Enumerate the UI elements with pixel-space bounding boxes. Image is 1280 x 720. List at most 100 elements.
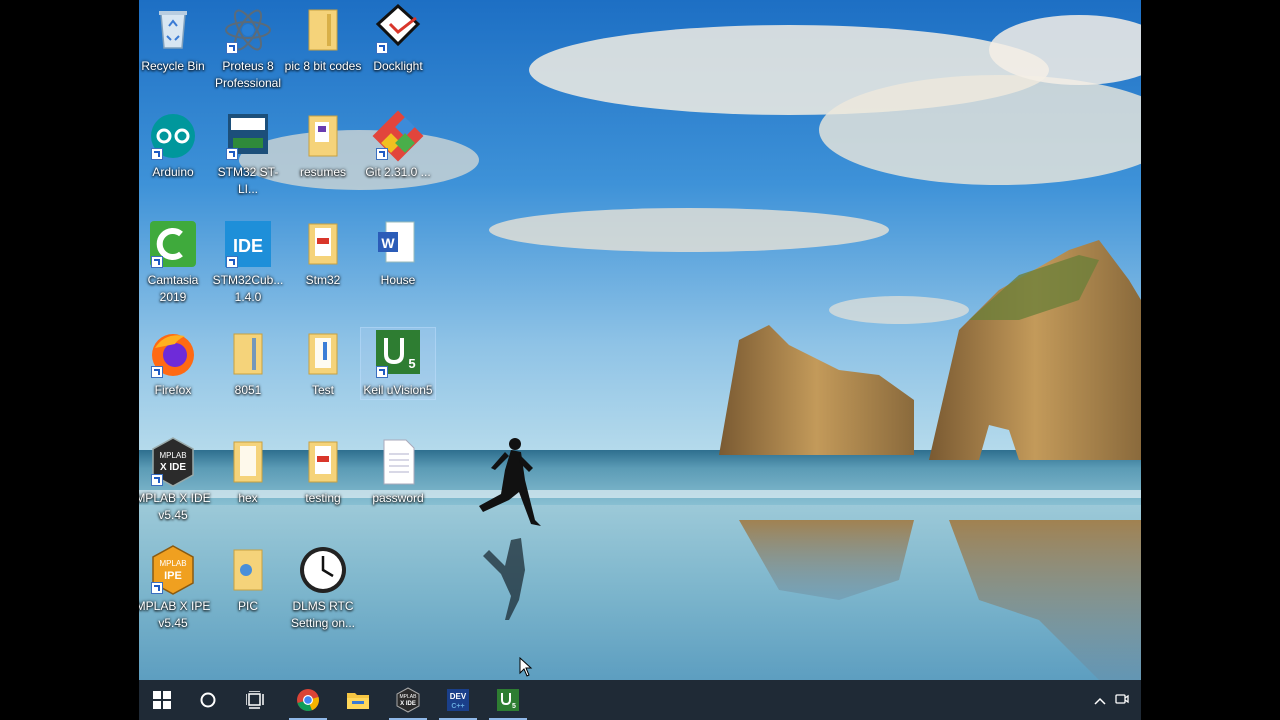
- shortcut-arrow-icon: [376, 148, 388, 160]
- desktop-icon-folder-pic[interactable]: PIC: [211, 544, 285, 615]
- taskbar-file-explorer-button[interactable]: [335, 680, 381, 720]
- svg-text:IPE: IPE: [164, 570, 182, 582]
- svg-text:MPLAB: MPLAB: [400, 694, 418, 700]
- word-document-icon: W: [372, 218, 424, 270]
- desktop-icon-label: pic 8 bit codes: [284, 59, 362, 73]
- desktop-icon-label: Test: [311, 383, 334, 397]
- desktop-icon-label: Firefox: [154, 383, 192, 397]
- desktop-icon-label: DLMS RTC Setting on...: [290, 599, 356, 630]
- firefox-icon: [147, 328, 199, 380]
- svg-text:5: 5: [408, 356, 415, 371]
- desktop-icon-camtasia[interactable]: Camtasia 2019: [139, 218, 210, 306]
- folder-icon: [297, 328, 349, 380]
- desktop-icon-label: House: [380, 273, 416, 287]
- folder-icon: [222, 328, 274, 380]
- mplab-ipe-icon: MPLAB IPE: [147, 544, 199, 596]
- shortcut-arrow-icon: [151, 474, 163, 486]
- desktop-icon-recycle-bin[interactable]: Recycle Bin: [139, 4, 210, 75]
- svg-text:W: W: [381, 235, 395, 251]
- git-icon: [372, 110, 424, 162]
- desktop-icon-label: STM32 ST-LI...: [217, 165, 279, 196]
- svg-text:X IDE: X IDE: [160, 462, 186, 473]
- system-tray: [1089, 680, 1133, 720]
- shortcut-arrow-icon: [226, 256, 238, 268]
- desktop-icon-password[interactable]: password: [361, 436, 435, 507]
- stlink-icon: [222, 110, 274, 162]
- arduino-icon: [147, 110, 199, 162]
- svg-text:MPLAB: MPLAB: [159, 451, 186, 460]
- desktop-icon-label: hex: [238, 491, 258, 505]
- shortcut-arrow-icon: [226, 42, 238, 54]
- svg-text:5: 5: [512, 703, 516, 710]
- desktop-icon-stm32cube-ide[interactable]: IDE STM32Cub... 1.4.0: [211, 218, 285, 306]
- desktop-icon-folder-resumes[interactable]: resumes: [286, 110, 360, 181]
- desktop-icon-label: password: [372, 491, 424, 505]
- desktop-icon-label: Git 2.31.0 ...: [365, 165, 431, 179]
- desktop-icon-mplab-ipe[interactable]: MPLAB IPE MPLAB X IPE v5.45: [139, 544, 210, 632]
- keil-icon: 5: [497, 689, 519, 711]
- devcpp-icon: DEV C++: [447, 689, 469, 711]
- desktop-icon-arduino[interactable]: Arduino: [139, 110, 210, 181]
- desktop-icon-firefox[interactable]: Firefox: [139, 328, 210, 399]
- shortcut-arrow-icon: [151, 366, 163, 378]
- taskbar-chrome-button[interactable]: [285, 680, 331, 720]
- taskbar-mplab-button[interactable]: MPLAB X IDE: [385, 680, 431, 720]
- taskbar-keil-button[interactable]: 5: [485, 680, 531, 720]
- folder-icon: [297, 4, 349, 56]
- desktop-icon-mplab-ide[interactable]: MPLAB X IDE MPLAB X IDE v5.45: [139, 436, 211, 524]
- mplab-ide-icon: MPLAB X IDE: [147, 436, 199, 488]
- desktop-icon-folder-stm32[interactable]: Stm32: [286, 218, 360, 289]
- folder-icon: [222, 544, 274, 596]
- desktop-icon-docklight[interactable]: Docklight: [361, 3, 435, 75]
- svg-text:C++: C++: [451, 703, 464, 710]
- shortcut-arrow-icon: [151, 256, 163, 268]
- svg-text:IDE: IDE: [233, 236, 263, 256]
- desktop-icon-label: 8051: [234, 383, 262, 397]
- svg-text:MPLAB: MPLAB: [159, 559, 186, 568]
- desktop-icon-label: Proteus 8 Professional: [214, 59, 282, 90]
- desktop-icon-proteus[interactable]: Proteus 8 Professional: [211, 4, 285, 92]
- desktop-icon-folder-testing[interactable]: testing: [286, 436, 360, 507]
- folder-icon: [222, 436, 274, 488]
- desktop-icon-dlms-rtc[interactable]: DLMS RTC Setting on...: [286, 544, 360, 632]
- desktop-icon-keil[interactable]: 5 Keil uVision5: [360, 327, 436, 400]
- desktop-icon-label: Keil uVision5: [363, 383, 433, 397]
- proteus-icon: [222, 4, 274, 56]
- meet-now-icon[interactable]: [1111, 692, 1133, 709]
- desktop-icon-git[interactable]: Git 2.31.0 ...: [361, 110, 435, 181]
- taskbar: MPLAB X IDE DEV C++ 5: [139, 680, 1141, 720]
- shortcut-arrow-icon: [151, 582, 163, 594]
- show-hidden-icons-chevron-icon[interactable]: [1089, 693, 1111, 708]
- desktop-icon-label: Docklight: [373, 59, 423, 73]
- camtasia-icon: [147, 218, 199, 270]
- task-view-icon: [246, 691, 264, 709]
- desktop-icon-label: Camtasia 2019: [147, 273, 199, 304]
- task-view-button[interactable]: [233, 680, 279, 720]
- folder-pdf-icon: [297, 218, 349, 270]
- start-button[interactable]: [139, 680, 185, 720]
- desktop-screen: Recycle Bin Arduino Camtasia 2019 Firefo…: [139, 0, 1141, 720]
- desktop-icon-stlink[interactable]: STM32 ST-LI...: [211, 110, 285, 198]
- desktop-icon-label: testing: [305, 491, 341, 505]
- text-file-icon: [372, 436, 424, 488]
- taskbar-devcpp-button[interactable]: DEV C++: [435, 680, 481, 720]
- folder-pdf-icon: [297, 436, 349, 488]
- shortcut-arrow-icon: [151, 148, 163, 160]
- svg-text:DEV: DEV: [450, 692, 467, 701]
- desktop-icon-label: MPLAB X IPE v5.45: [139, 599, 211, 630]
- file-explorer-icon: [347, 693, 369, 709]
- desktop-icon-folder-hex[interactable]: hex: [211, 436, 285, 507]
- desktop-icon-label: Stm32: [305, 273, 341, 287]
- folder-icon: [297, 110, 349, 162]
- mplab-ide-icon: MPLABX IDE: [396, 687, 420, 713]
- clock-icon: [297, 544, 349, 596]
- desktop-icon-folder-8051[interactable]: 8051: [211, 328, 285, 399]
- desktop-icon-label: MPLAB X IDE v5.45: [139, 491, 211, 522]
- svg-text:X IDE: X IDE: [400, 701, 416, 707]
- search-cortana-button[interactable]: [185, 680, 231, 720]
- desktop-icon-folder-pic-8-bit-codes[interactable]: pic 8 bit codes: [284, 4, 362, 75]
- desktop-icon-label: PIC: [237, 599, 258, 613]
- shortcut-arrow-icon: [376, 366, 388, 378]
- desktop-icon-word-house[interactable]: W House: [361, 218, 435, 289]
- desktop-icon-folder-test[interactable]: Test: [286, 328, 360, 399]
